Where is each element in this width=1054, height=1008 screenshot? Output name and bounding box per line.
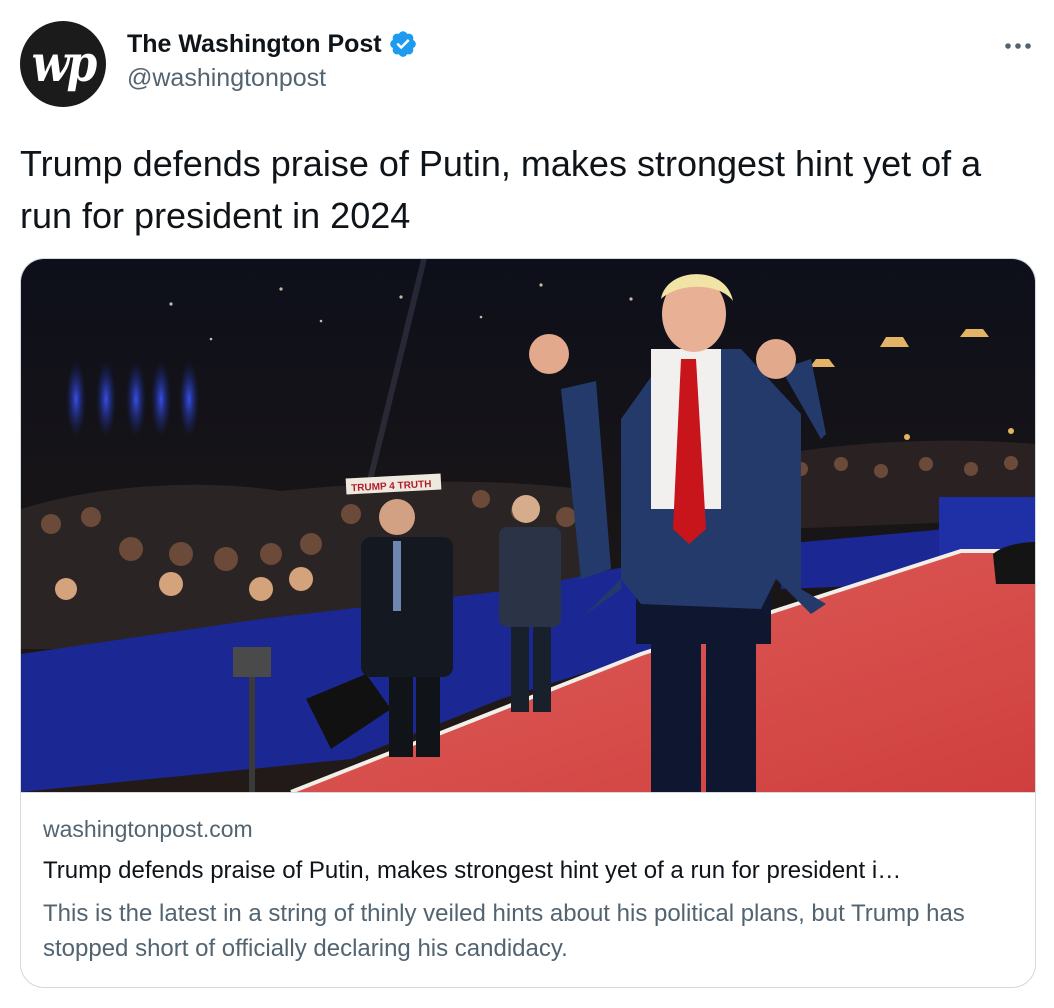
card-domain: washingtonpost.com [43,816,253,842]
card-image[interactable]: TRUMP 4 TRUTH [21,259,1035,793]
card-description: This is the latest in a string of thinly… [43,900,965,962]
photo-trump-on-stage: TRUMP 4 TRUTH [21,259,1035,792]
author-name-row: The Washington Post [127,26,418,62]
tweet-text: Trump defends praise of Putin, makes str… [20,143,982,236]
more-options-button[interactable] [1000,28,1036,64]
author-display-name[interactable]: The Washington Post [127,30,382,59]
card-title: Trump defends praise of Putin, makes str… [43,857,902,884]
link-card[interactable]: TRUMP 4 TRUTH washingtonpost.com Trump d… [20,258,1036,988]
tweet: wp The Washington Post @washingtonpost T… [0,0,1054,1008]
more-horizontal-icon [1005,43,1031,49]
verified-badge-icon [389,31,416,57]
wp-logo-icon: wp [31,34,98,94]
avatar[interactable]: wp [20,21,106,107]
author-handle[interactable]: @washingtonpost [127,64,326,93]
